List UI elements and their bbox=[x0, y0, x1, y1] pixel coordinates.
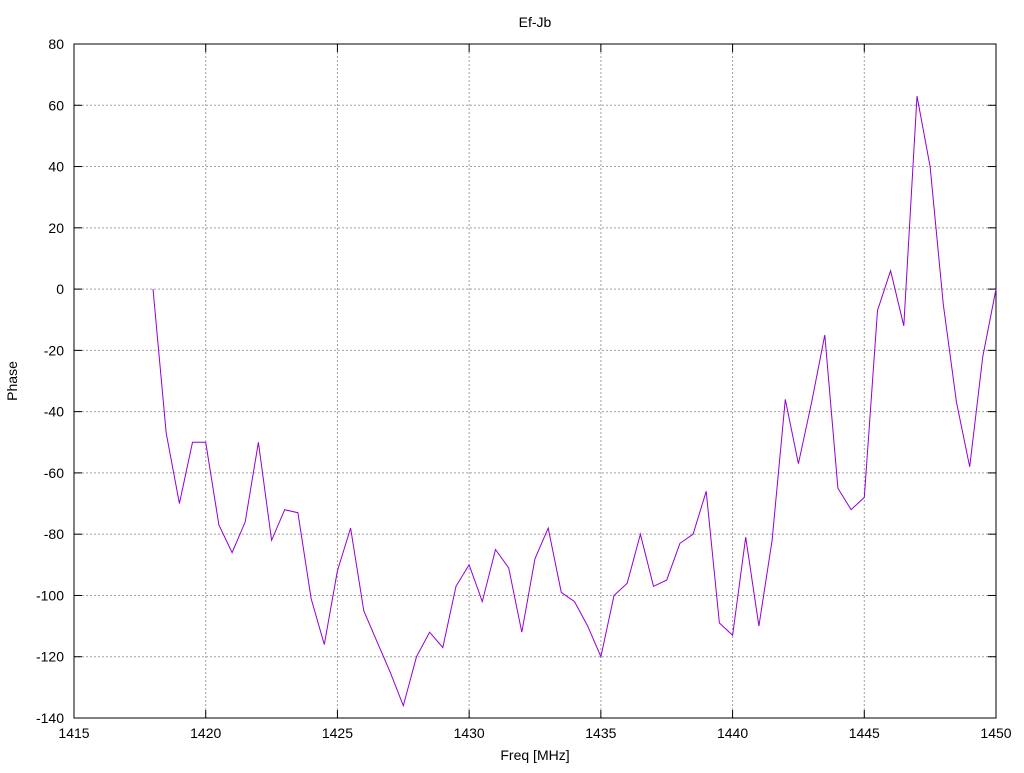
y-tick-label: -80 bbox=[44, 526, 64, 542]
y-tick-label: -100 bbox=[36, 587, 64, 603]
y-tick-label: -140 bbox=[36, 710, 64, 726]
y-tick-label: 20 bbox=[48, 220, 64, 236]
x-tick-label: 1435 bbox=[585, 725, 616, 741]
y-tick-label: -40 bbox=[44, 404, 64, 420]
y-tick-label: 80 bbox=[48, 36, 64, 52]
y-tick-label: 60 bbox=[48, 97, 64, 113]
chart-title: Ef-Jb bbox=[519, 14, 552, 30]
x-tick-label: 1450 bbox=[980, 725, 1011, 741]
x-tick-label: 1430 bbox=[454, 725, 485, 741]
x-tick-label: 1415 bbox=[58, 725, 89, 741]
y-tick-label: 40 bbox=[48, 159, 64, 175]
x-tick-label: 1420 bbox=[190, 725, 221, 741]
chart-root: Ef-Jb 1415 1420 1425 1430 1435 1440 1445 1450 -1… bbox=[0, 0, 1024, 768]
x-tick-label: 1445 bbox=[849, 725, 880, 741]
y-axis-label: Phase bbox=[4, 361, 20, 401]
y-tick-label: 0 bbox=[56, 281, 64, 297]
grid-layer bbox=[74, 44, 996, 718]
y-tick-label: -60 bbox=[44, 465, 64, 481]
series-layer bbox=[152, 96, 997, 708]
y-tick-label: -120 bbox=[36, 649, 64, 665]
chart-svg: Ef-Jb 1415 1420 1425 1430 1435 1440 1445 1450 -1… bbox=[4, 14, 1012, 763]
plot-frame bbox=[73, 43, 997, 719]
x-tick-label: 1425 bbox=[322, 725, 353, 741]
x-tick-label: 1440 bbox=[717, 725, 748, 741]
ticks-layer: 1415 1420 1425 1430 1435 1440 1445 1450 -140 -120… bbox=[36, 36, 1012, 741]
series-line bbox=[152, 96, 997, 708]
x-axis-label: Freq [MHz] bbox=[500, 747, 569, 763]
y-tick-label: -20 bbox=[44, 342, 64, 358]
